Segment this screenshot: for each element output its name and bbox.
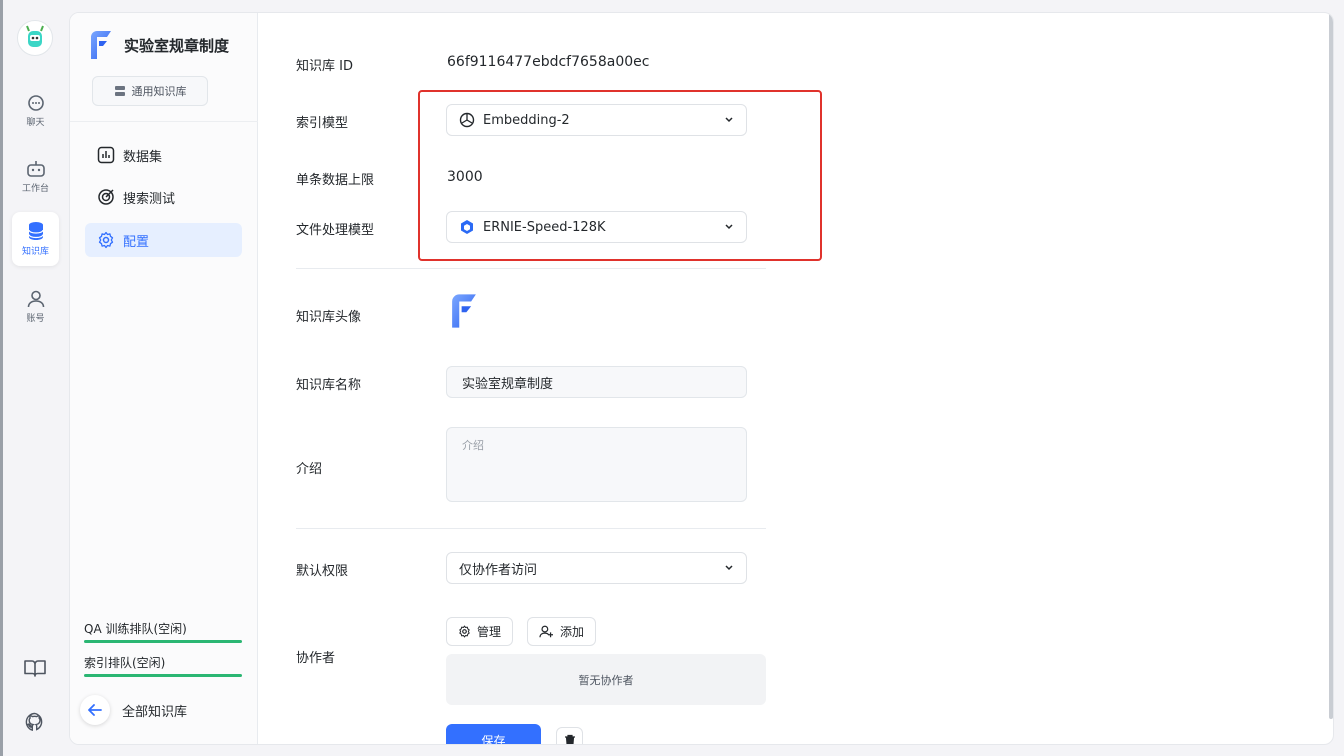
- back-to-all-kb[interactable]: 全部知识库: [80, 695, 187, 725]
- server-icon: [114, 86, 125, 96]
- add-label: 添加: [560, 625, 585, 639]
- docs-button[interactable]: [23, 656, 47, 680]
- collaborators-label: 协作者: [296, 651, 336, 666]
- chevron-down-icon: [725, 565, 733, 571]
- permission-label: 默认权限: [296, 564, 349, 579]
- icon-rail: 聊天 工作台 知识库 账号: [0, 0, 66, 756]
- kb-name-input[interactable]: 实验室规章制度: [446, 366, 747, 398]
- kb-id-label: 知识库 ID: [296, 59, 353, 74]
- database-icon: [27, 222, 44, 240]
- intro-textarea[interactable]: 介绍: [446, 427, 747, 502]
- menu-item-label: 数据集: [123, 149, 163, 165]
- kb-header: 实验室规章制度: [88, 29, 229, 61]
- rail-item-label: 知识库: [21, 247, 49, 257]
- section-divider: [296, 528, 766, 529]
- menu-item-label: 配置: [123, 234, 150, 250]
- index-queue-status: 索引排队(空闲): [84, 654, 242, 677]
- github-button[interactable]: [23, 710, 47, 734]
- rail-item-chat[interactable]: 聊天: [12, 84, 59, 138]
- user-icon: [27, 290, 44, 308]
- arrow-left-icon: [88, 704, 102, 716]
- back-button[interactable]: [80, 695, 110, 725]
- kb-title: 实验室规章制度: [124, 36, 230, 55]
- rail-item-label: 聊天: [26, 118, 45, 128]
- add-user-icon: [539, 625, 553, 638]
- rail-item-account[interactable]: 账号: [12, 280, 59, 334]
- github-icon: [25, 712, 43, 732]
- kb-logo-icon: [452, 294, 476, 328]
- qa-queue-status: QA 训练排队(空闲): [84, 620, 242, 643]
- queue-label: QA 训练排队(空闲): [84, 622, 187, 636]
- manage-label: 管理: [477, 625, 502, 639]
- name-label: 知识库名称: [296, 378, 362, 393]
- kb-type-label: 通用知识库: [131, 85, 187, 98]
- rail-item-knowledge[interactable]: 知识库: [12, 212, 59, 266]
- intro-label: 介绍: [296, 462, 323, 477]
- kb-id-value: 66f9116477ebdcf7658a00ec: [447, 54, 650, 70]
- queue-progress-bar: [84, 640, 242, 643]
- gear-icon: [459, 625, 470, 638]
- menu-item-config[interactable]: 配置: [85, 223, 242, 257]
- sidebar-divider: [70, 121, 258, 122]
- kb-avatar-picker[interactable]: [448, 292, 480, 334]
- file-model-label: 文件处理模型: [296, 223, 375, 238]
- chat-icon: [27, 95, 44, 111]
- queue-progress-bar: [84, 674, 242, 677]
- menu-item-search-test[interactable]: 搜索测试: [85, 180, 242, 214]
- avatar-label: 知识库头像: [296, 310, 362, 325]
- gear-icon: [98, 231, 114, 249]
- section-divider: [296, 268, 766, 269]
- chart-icon: [97, 146, 115, 164]
- save-button[interactable]: 保存: [446, 724, 541, 744]
- main-card: 实验室规章制度 通用知识库 数据集 搜索测试 配置 QA 训练排队(空闲) 索引…: [69, 12, 1334, 745]
- trash-icon: [564, 734, 575, 744]
- book-icon: [24, 660, 46, 677]
- menu-item-label: 搜索测试: [123, 191, 176, 207]
- target-icon: [98, 189, 114, 205]
- robot-icon: [26, 161, 45, 177]
- max-data-label: 单条数据上限: [296, 173, 375, 188]
- delete-button[interactable]: [556, 727, 583, 744]
- highlight-box: [418, 90, 822, 261]
- collaborators-empty: 暂无协作者: [446, 654, 766, 705]
- back-label: 全部知识库: [122, 704, 188, 720]
- queue-label: 索引排队(空闲): [84, 656, 166, 670]
- user-avatar[interactable]: [17, 20, 53, 56]
- permission-select[interactable]: 仅协作者访问: [446, 552, 747, 584]
- rail-item-workbench[interactable]: 工作台: [12, 150, 59, 204]
- rail-item-label: 账号: [26, 314, 45, 324]
- kb-logo-icon: [91, 31, 111, 59]
- rail-item-label: 工作台: [21, 184, 49, 194]
- menu-item-dataset[interactable]: 数据集: [85, 138, 242, 172]
- manage-collaborators-button[interactable]: 管理: [446, 617, 514, 646]
- kb-type-badge: 通用知识库: [92, 76, 208, 106]
- kb-sidebar: 实验室规章制度 通用知识库 数据集 搜索测试 配置 QA 训练排队(空闲) 索引…: [70, 13, 258, 744]
- add-collaborator-button[interactable]: 添加: [527, 617, 597, 646]
- config-form: 知识库 ID 66f9116477ebdcf7658a00ec 索引模型 Emb…: [259, 13, 1333, 744]
- robot-avatar-icon: [26, 25, 44, 47]
- index-model-label: 索引模型: [296, 116, 349, 131]
- permission-value: 仅协作者访问: [459, 562, 538, 578]
- scrollbar[interactable]: [1329, 13, 1333, 719]
